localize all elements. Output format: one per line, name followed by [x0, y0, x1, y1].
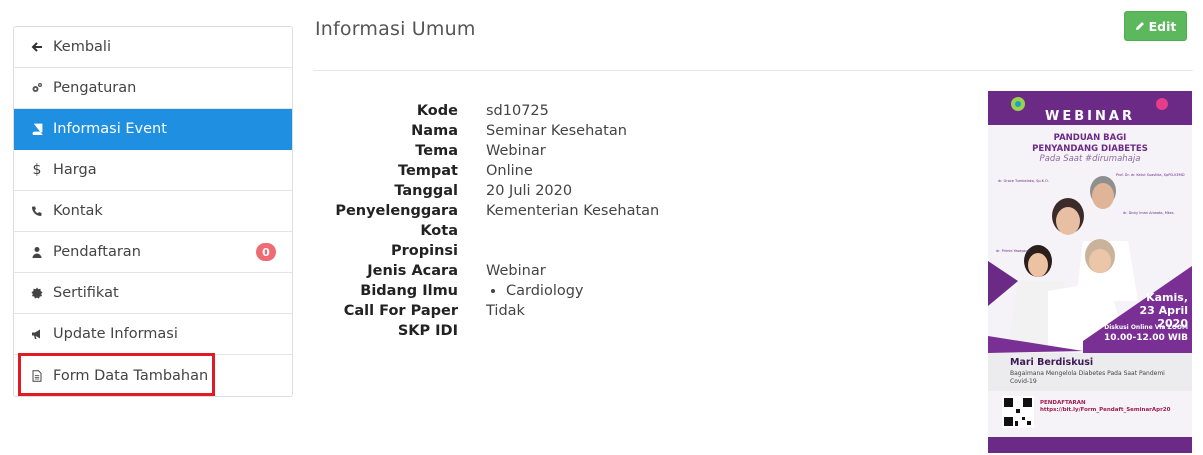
bidang-ilmu-list: Cardiology: [486, 281, 584, 301]
poster-speaker: dr. Dicky Iman Ariwata, Mkes: [1123, 211, 1174, 215]
info-value: Online: [486, 163, 533, 179]
sidebar-item-kembali[interactable]: Kembali: [14, 27, 292, 68]
info-row-penyelenggara: Penyelenggara Kementerian Kesehatan: [315, 201, 659, 221]
info-label: Kode: [416, 103, 458, 119]
info-label: Call For Paper: [343, 303, 458, 319]
user-icon: [30, 245, 44, 259]
pencil-icon: [1135, 19, 1145, 34]
info-value: Cardiology: [486, 281, 584, 301]
sidebar-item-sertifikat[interactable]: Sertifikat: [14, 273, 292, 314]
info-value: Webinar: [486, 263, 546, 279]
info-label: Penyelenggara: [335, 203, 458, 219]
info-row-jenis-acara: Jenis Acara Webinar: [315, 261, 659, 281]
poster-title: PANDUAN BAGI PENYANDANG DIABETES: [988, 133, 1192, 155]
info-row-nama: Nama Seminar Kesehatan: [315, 121, 659, 141]
edit-button[interactable]: Edit: [1124, 11, 1187, 41]
info-row-kode: Kode sd10725: [315, 101, 659, 121]
sidebar-item-update-informasi[interactable]: Update Informasi: [14, 314, 292, 355]
arrow-left-icon: [30, 40, 44, 54]
info-label: Nama: [411, 123, 458, 139]
sidebar-item-kontak[interactable]: Kontak: [14, 191, 292, 232]
info-row-tempat: Tempat Online: [315, 161, 659, 181]
sidebar-item-label: Kembali: [53, 39, 111, 55]
info-value: Seminar Kesehatan: [486, 123, 627, 139]
info-value: 20 Juli 2020: [486, 183, 573, 199]
info-row-bidang-ilmu: Bidang Ilmu Cardiology: [315, 281, 659, 301]
book-icon: [30, 122, 44, 136]
info-label: Tempat: [397, 163, 458, 179]
sidebar-item-label: Pengaturan: [53, 80, 137, 96]
info-row-skp-idi: SKP IDI: [315, 321, 659, 341]
info-label: Jenis Acara: [367, 263, 458, 279]
sidebar-item-harga[interactable]: $ Harga: [14, 150, 292, 191]
poster-registration: PENDAFTARAN https://bit.ly/Form_Pendaft_…: [1040, 400, 1170, 414]
poster-speaker: dr. Grace Tumbelaka, Sp.K.O.: [998, 179, 1049, 183]
sidebar-item-label: Update Informasi: [53, 326, 178, 342]
poster-subtitle: Pada Saat #dirumahaja: [1039, 154, 1141, 164]
sidebar-item-label: Pendaftaran: [53, 244, 141, 260]
info-label: Propinsi: [390, 243, 458, 259]
dollar-icon: $: [32, 162, 42, 178]
info-value: sd10725: [486, 103, 549, 119]
poster-zoom-line: Diskusi Online Via ZOOM: [1104, 324, 1188, 331]
poster-zoom-info: Diskusi Online Via ZOOM 10.00-12.00 WIB: [1083, 323, 1188, 344]
sidebar-nav: Kembali Pengaturan Informasi Event $ Har…: [13, 26, 293, 397]
header-divider: [313, 70, 1193, 71]
list-item: Cardiology: [506, 281, 584, 301]
info-label: Tanggal: [394, 183, 458, 199]
info-label: Bidang Ilmu: [360, 283, 458, 299]
info-row-tema: Tema Webinar: [315, 141, 659, 161]
info-row-tanggal: Tanggal 20 Juli 2020: [315, 181, 659, 201]
phone-icon: [30, 204, 44, 218]
poster-heading: WEBINAR: [1045, 109, 1135, 124]
poster-daftar-link: https://bit.ly/Form_Pendaft_SeminarApr20: [1040, 407, 1171, 413]
poster-speaker: dr. Primie Yasepson: [996, 249, 1030, 253]
sidebar-item-label: Harga: [53, 162, 97, 178]
pendaftaran-count-badge: 0: [256, 243, 276, 261]
page-title: Informasi Umum: [315, 18, 476, 40]
poster-time-line: 10.00-12.00 WIB: [1104, 333, 1188, 343]
sidebar-item-pengaturan[interactable]: Pengaturan: [14, 68, 292, 109]
sidebar-item-label: Form Data Tambahan: [53, 367, 209, 384]
poster-daftar-label: PENDAFTARAN: [1040, 400, 1086, 406]
info-value: Webinar: [486, 143, 546, 159]
event-info-list: Kode sd10725 Nama Seminar Kesehatan Tema…: [315, 101, 659, 341]
file-text-icon: [30, 369, 44, 383]
sidebar-item-pendaftaran[interactable]: Pendaftaran 0: [14, 232, 292, 273]
sidebar-item-informasi-event[interactable]: Informasi Event: [14, 109, 292, 150]
event-poster-image: WEBINAR PANDUAN BAGI PENYANDANG DIABETES…: [988, 91, 1192, 453]
poster-mari: Mari Berdiskusi: [1010, 357, 1094, 368]
poster-title-line: PANDUAN BAGI: [1053, 133, 1127, 143]
sidebar-item-form-data-tambahan[interactable]: Form Data Tambahan: [14, 355, 292, 396]
info-label: Kota: [420, 223, 458, 239]
sidebar-item-label: Informasi Event: [53, 121, 167, 137]
info-row-kota: Kota: [315, 221, 659, 241]
info-value: Kementerian Kesehatan: [486, 203, 660, 219]
certificate-icon: [30, 286, 44, 300]
poster-date-line: Kamis,: [1146, 291, 1188, 304]
info-label: Tema: [415, 143, 458, 159]
info-row-propinsi: Propinsi: [315, 241, 659, 261]
edit-button-label: Edit: [1148, 18, 1177, 34]
info-value: Tidak: [486, 303, 525, 319]
info-row-call-for-paper: Call For Paper Tidak: [315, 301, 659, 321]
sidebar-item-label: Kontak: [53, 203, 103, 219]
poster-speaker: Prof. Dr. dr. Ketut Suastika, SpPD-KEMD: [1116, 173, 1185, 177]
sidebar-item-label: Sertifikat: [53, 285, 119, 301]
bullhorn-icon: [30, 327, 44, 341]
poster-mari-sub: Bagaimana Mengelola Diabetes Pada Saat P…: [1010, 370, 1165, 385]
cogs-icon: [30, 81, 44, 95]
info-label: SKP IDI: [397, 323, 458, 339]
